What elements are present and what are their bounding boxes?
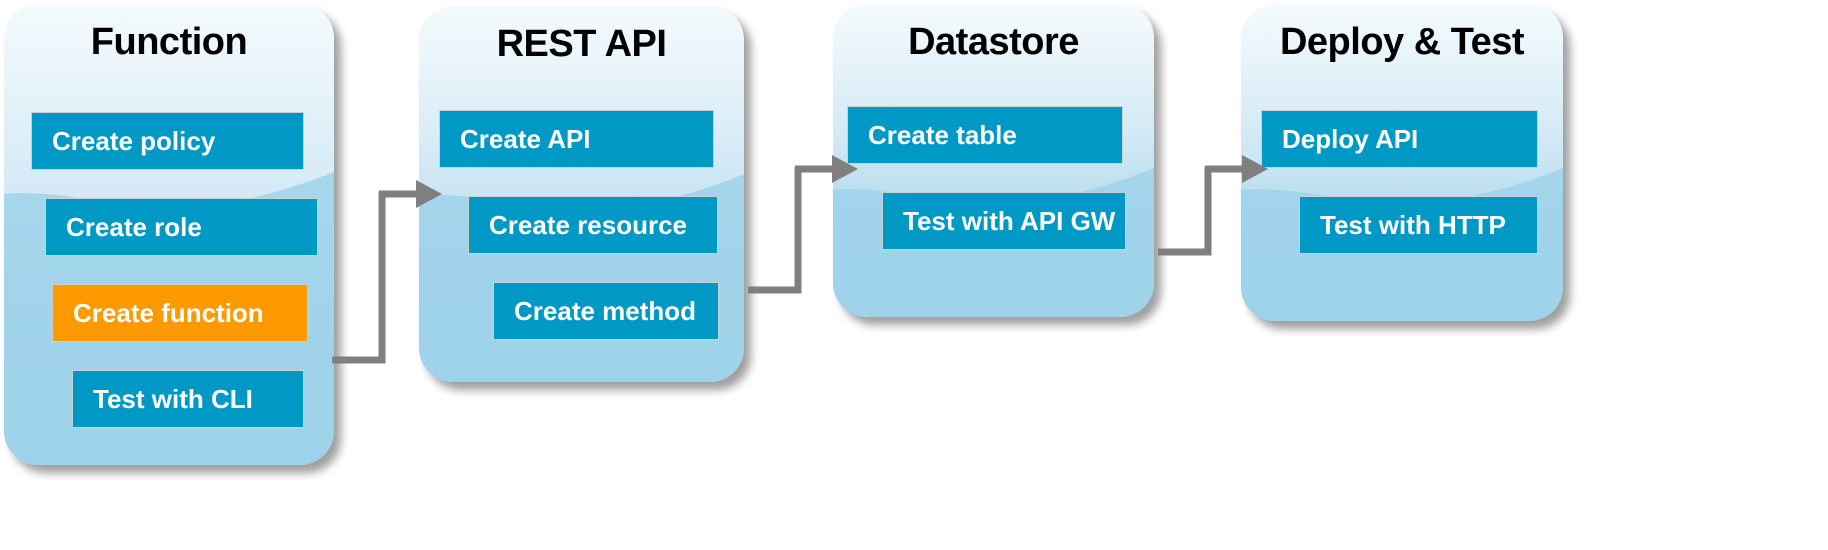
step-label: Deploy API — [1282, 123, 1419, 154]
step-create-resource[interactable]: Create resource — [468, 196, 718, 254]
panel-rest-api: REST API Create API Create resource Crea… — [419, 6, 744, 382]
step-label: Create resource — [489, 209, 687, 240]
diagram-canvas: Function Create policy Create role Creat… — [0, 0, 1828, 550]
panel-title-function: Function — [90, 21, 248, 63]
panel-function: Function Create policy Create role Creat… — [4, 4, 334, 465]
step-create-role[interactable]: Create role — [45, 198, 318, 256]
panel-title-deploy-and-test: Deploy & Test — [1279, 21, 1525, 63]
step-test-with-api-gw[interactable]: Test with API GW — [882, 192, 1126, 250]
step-create-policy[interactable]: Create policy — [31, 112, 304, 170]
connector-path — [1158, 167, 1212, 256]
step-label: Test with CLI — [93, 383, 253, 414]
step-label: Create API — [460, 123, 591, 154]
step-label: Test with API GW — [903, 205, 1116, 236]
step-label: Create table — [868, 119, 1017, 150]
step-test-with-cli[interactable]: Test with CLI — [72, 370, 304, 428]
step-label: Create function — [73, 297, 264, 328]
step-create-method[interactable]: Create method — [493, 282, 719, 340]
step-create-table[interactable]: Create table — [847, 106, 1123, 164]
step-label: Create method — [514, 295, 697, 326]
step-create-api[interactable]: Create API — [439, 110, 714, 168]
connector-function-to-rest-api — [320, 170, 442, 380]
panel-title-datastore: Datastore — [908, 21, 1079, 63]
connector-datastore-to-deploy-and-test — [1146, 150, 1268, 275]
connector-path — [332, 192, 386, 364]
connector-rest-api-to-datastore — [736, 150, 858, 310]
step-deploy-api[interactable]: Deploy API — [1261, 110, 1538, 168]
step-label: Test with HTTP — [1320, 209, 1506, 240]
connector-path — [748, 167, 802, 294]
step-label: Create role — [66, 211, 202, 242]
step-create-function[interactable]: Create function — [52, 284, 308, 342]
panel-title-rest-api: REST API — [496, 23, 667, 65]
panel-datastore: Datastore Create table Test with API GW — [833, 4, 1154, 317]
step-test-with-http[interactable]: Test with HTTP — [1299, 196, 1538, 254]
panel-deploy-and-test: Deploy & Test Deploy API Test with HTTP — [1241, 4, 1563, 321]
step-label: Create policy — [52, 125, 216, 156]
